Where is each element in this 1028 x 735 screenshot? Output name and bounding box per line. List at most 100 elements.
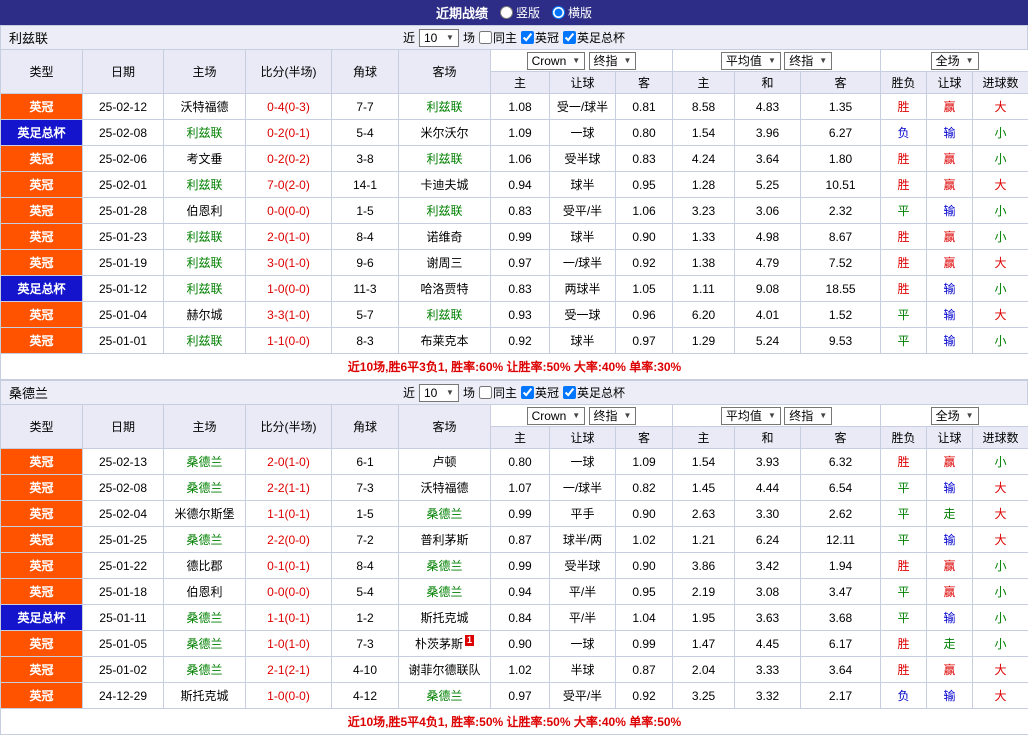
away-team-name[interactable]: 卡迪夫城	[399, 172, 491, 198]
average-select[interactable]: 平均值▼	[721, 52, 781, 70]
match-type-badge[interactable]: 英冠	[1, 250, 83, 276]
home-team-name[interactable]: 利兹联	[164, 276, 246, 302]
scope-select[interactable]: 全场▼	[931, 52, 979, 70]
match-type-badge[interactable]: 英冠	[1, 657, 83, 683]
away-team-name[interactable]: 桑德兰	[399, 683, 491, 709]
home-team-name[interactable]: 伯恩利	[164, 198, 246, 224]
home-team-name[interactable]: 桑德兰	[164, 631, 246, 657]
match-score: 0-2(0-2)	[246, 146, 332, 172]
cup-option[interactable]: 英足总杯	[563, 384, 625, 401]
home-team-name[interactable]: 桑德兰	[164, 657, 246, 683]
goals-cell: 大	[973, 501, 1028, 527]
match-type-badge[interactable]: 英冠	[1, 94, 83, 120]
away-team-name[interactable]: 沃特福德	[399, 475, 491, 501]
handicap-odds-away: 0.81	[616, 94, 673, 120]
match-type-badge[interactable]: 英冠	[1, 146, 83, 172]
away-team-name[interactable]: 谢菲尔德联队	[399, 657, 491, 683]
match-type-badge[interactable]: 英冠	[1, 449, 83, 475]
scope-select[interactable]: 全场▼	[931, 407, 979, 425]
league-checkbox[interactable]	[521, 31, 534, 44]
match-count-select[interactable]: 10▼	[419, 29, 459, 47]
home-team-name[interactable]: 德比郡	[164, 553, 246, 579]
home-team-name[interactable]: 利兹联	[164, 120, 246, 146]
match-type-badge[interactable]: 英冠	[1, 328, 83, 354]
home-team-name[interactable]: 桑德兰	[164, 449, 246, 475]
home-team-name[interactable]: 利兹联	[164, 250, 246, 276]
cup-option[interactable]: 英足总杯	[563, 29, 625, 46]
match-type-badge[interactable]: 英足总杯	[1, 276, 83, 302]
match-type-badge[interactable]: 英冠	[1, 475, 83, 501]
away-team-name[interactable]: 米尔沃尔	[399, 120, 491, 146]
layout-horizontal-option[interactable]: 横版	[552, 4, 592, 21]
away-team-name[interactable]: 布莱克本	[399, 328, 491, 354]
away-team-name[interactable]: 利兹联	[399, 146, 491, 172]
match-score: 0-0(0-0)	[246, 579, 332, 605]
final-odds-select[interactable]: 终指▼	[589, 52, 637, 70]
final-odds-select-2[interactable]: 终指▼	[784, 52, 832, 70]
same-home-checkbox[interactable]	[479, 31, 492, 44]
away-team-name[interactable]: 哈洛贾特	[399, 276, 491, 302]
chevron-down-icon: ▼	[624, 411, 632, 420]
match-type-badge[interactable]: 英冠	[1, 501, 83, 527]
match-type-badge[interactable]: 英冠	[1, 683, 83, 709]
col-header-corners: 角球	[332, 50, 399, 94]
home-team-name[interactable]: 斯托克城	[164, 683, 246, 709]
league-option[interactable]: 英冠	[521, 29, 559, 46]
cup-checkbox[interactable]	[563, 386, 576, 399]
home-team-name[interactable]: 利兹联	[164, 172, 246, 198]
away-team-name[interactable]: 桑德兰	[399, 501, 491, 527]
away-team-name[interactable]: 桑德兰	[399, 579, 491, 605]
match-type-badge[interactable]: 英冠	[1, 302, 83, 328]
bookmaker-select[interactable]: Crown▼	[527, 52, 586, 70]
away-team-name[interactable]: 普利茅斯	[399, 527, 491, 553]
final-odds-select-2[interactable]: 终指▼	[784, 407, 832, 425]
home-team-name[interactable]: 沃特福德	[164, 94, 246, 120]
home-team-name[interactable]: 桑德兰	[164, 527, 246, 553]
home-team-name[interactable]: 赫尔城	[164, 302, 246, 328]
home-team-name[interactable]: 桑德兰	[164, 605, 246, 631]
match-type-badge[interactable]: 英冠	[1, 527, 83, 553]
match-type-badge[interactable]: 英冠	[1, 198, 83, 224]
match-count-select[interactable]: 10▼	[419, 384, 459, 402]
cup-checkbox[interactable]	[563, 31, 576, 44]
match-type-badge[interactable]: 英足总杯	[1, 120, 83, 146]
home-team-name[interactable]: 桑德兰	[164, 475, 246, 501]
match-type-badge[interactable]: 英冠	[1, 553, 83, 579]
away-team-name[interactable]: 谢周三	[399, 250, 491, 276]
league-option[interactable]: 英冠	[521, 384, 559, 401]
final-odds-select[interactable]: 终指▼	[589, 407, 637, 425]
layout-horizontal-radio[interactable]	[552, 6, 565, 19]
away-team-name[interactable]: 桑德兰	[399, 553, 491, 579]
match-type-badge[interactable]: 英冠	[1, 631, 83, 657]
home-team-name[interactable]: 伯恩利	[164, 579, 246, 605]
average-select[interactable]: 平均值▼	[721, 407, 781, 425]
away-team-name[interactable]: 斯托克城	[399, 605, 491, 631]
home-team-name[interactable]: 米德尔斯堡	[164, 501, 246, 527]
home-team-name[interactable]: 利兹联	[164, 224, 246, 250]
home-team-name[interactable]: 利兹联	[164, 328, 246, 354]
match-type-badge[interactable]: 英冠	[1, 579, 83, 605]
away-team-name[interactable]: 利兹联	[399, 302, 491, 328]
home-team-name[interactable]: 考文垂	[164, 146, 246, 172]
layout-vertical-option[interactable]: 竖版	[500, 4, 540, 21]
away-team-name[interactable]: 卢顿	[399, 449, 491, 475]
away-team-name[interactable]: 利兹联	[399, 198, 491, 224]
results-table: 类型 日期 主场 比分(半场) 角球 客场 Crown▼ 终指▼ 平均值▼ 终指…	[0, 404, 1028, 735]
bookmaker-select[interactable]: Crown▼	[527, 407, 586, 425]
layout-vertical-radio[interactable]	[500, 6, 513, 19]
select-value: 平均值	[726, 407, 762, 424]
avg-odds-away: 7.52	[801, 250, 881, 276]
handicap-result-cell: 输	[927, 605, 973, 631]
league-checkbox[interactable]	[521, 386, 534, 399]
same-home-checkbox[interactable]	[479, 386, 492, 399]
avg-odds-draw: 4.98	[735, 224, 801, 250]
match-type-badge[interactable]: 英冠	[1, 172, 83, 198]
away-team-name[interactable]: 利兹联	[399, 94, 491, 120]
match-type-badge[interactable]: 英冠	[1, 224, 83, 250]
handicap-result-cell: 输	[927, 683, 973, 709]
match-type-badge[interactable]: 英足总杯	[1, 605, 83, 631]
away-team-name[interactable]: 诺维奇	[399, 224, 491, 250]
away-team-name[interactable]: 朴茨茅斯1	[399, 631, 491, 657]
same-home-option[interactable]: 同主	[479, 384, 517, 401]
same-home-option[interactable]: 同主	[479, 29, 517, 46]
